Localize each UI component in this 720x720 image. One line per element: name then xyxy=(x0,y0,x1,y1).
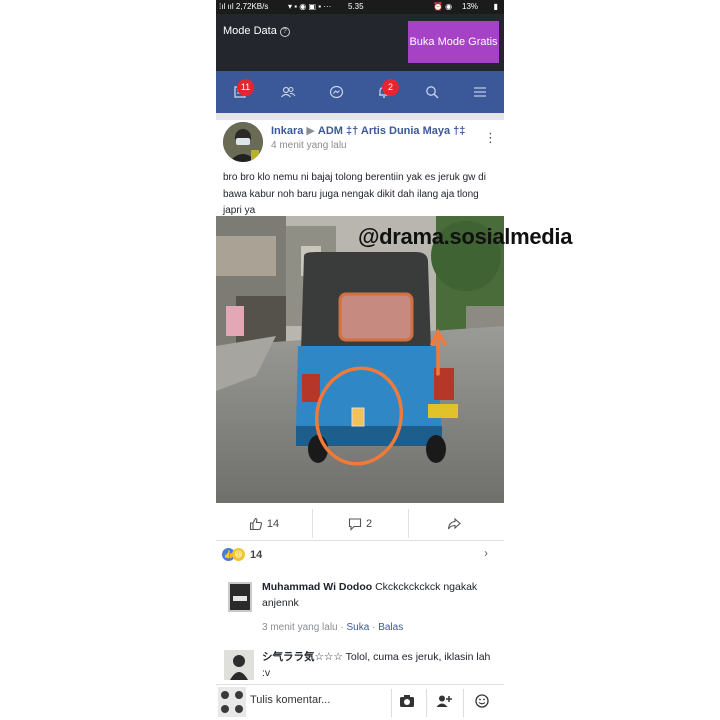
tag-person-icon[interactable] xyxy=(436,694,452,711)
data-mode-label: Mode Data xyxy=(223,25,277,37)
feed-separator xyxy=(216,113,504,120)
search-icon xyxy=(426,86,439,99)
comment-button[interactable]: 2 xyxy=(312,507,408,540)
hamburger-menu-icon xyxy=(474,87,486,97)
post-timestamp[interactable]: 4 menit yang lalu xyxy=(271,140,347,151)
bajaj-photo-illustration xyxy=(216,216,504,503)
composer-divider xyxy=(426,689,427,717)
avatar-photo xyxy=(223,122,263,162)
post-photo[interactable] xyxy=(216,216,504,503)
status-signal: ⁞ıl ııl 2,72KB/s xyxy=(219,2,269,11)
smiley-glyph xyxy=(475,694,489,708)
camera-icon[interactable] xyxy=(399,694,415,711)
comment-like-link[interactable]: Suka xyxy=(347,622,370,633)
avatar-photo xyxy=(224,650,254,680)
commenter-name[interactable]: シ气ララ気☆☆☆ xyxy=(262,651,343,663)
status-app-icons: ▾ ▪ ◉ ▣ ▪ ··· xyxy=(288,2,332,11)
post-text: bro bro klo nemu ni bajaj tolong berenti… xyxy=(223,172,486,216)
user-avatar xyxy=(218,687,246,717)
status-bar: ⁞ıl ııl 2,72KB/s ▾ ▪ ◉ ▣ ▪ ··· 5.35 ⏰ ◉ … xyxy=(216,0,504,14)
status-time: 5.35 xyxy=(348,2,364,11)
reactions-summary[interactable]: 👍 😆 14 xyxy=(222,548,262,561)
messenger-icon xyxy=(329,85,343,98)
haha-reaction-icon: 😆 xyxy=(232,548,245,561)
share-button[interactable] xyxy=(408,507,504,540)
phone-screen: ⁞ıl ııl 2,72KB/s ▾ ▪ ◉ ▣ ▪ ··· 5.35 ⏰ ◉ … xyxy=(216,0,504,720)
author-avatar[interactable] xyxy=(223,122,263,162)
chevron-right-icon[interactable]: › xyxy=(484,546,488,560)
camera-glyph xyxy=(400,695,414,707)
comment-2: シ气ララ気☆☆☆ Tolol, cuma es jeruk, iklasin l… xyxy=(262,650,498,681)
status-battery-text: 13% xyxy=(462,2,479,11)
group-name[interactable]: ADM ‡† Artis Dunia Maya †‡ xyxy=(318,125,466,137)
nav-search[interactable] xyxy=(408,71,456,113)
battery-icon: ▮ xyxy=(493,2,498,11)
data-mode-banner: Mode Data? Buka Mode Gratis xyxy=(216,14,504,71)
commenter-avatar[interactable] xyxy=(228,582,252,612)
nav-friends[interactable] xyxy=(264,71,312,113)
friends-icon xyxy=(281,86,296,98)
comment-1: Muhammad Wi Dodoo Ckckckckckck ngakak an… xyxy=(262,580,498,611)
commenter-avatar[interactable] xyxy=(224,650,254,680)
like-count: 14 xyxy=(266,517,280,530)
comment-icon xyxy=(348,517,361,531)
comment-input[interactable]: Tulis komentar... xyxy=(250,694,330,706)
thumbs-up-icon xyxy=(249,517,262,530)
data-mode-title: Mode Data? xyxy=(223,25,290,37)
photo-watermark: @drama.sosialmedia xyxy=(358,224,573,249)
feed-badge: 11 xyxy=(237,79,254,96)
nav-menu[interactable] xyxy=(456,71,504,113)
post-author-line: Inkara ▶ ADM ‡† Artis Dunia Maya †‡ xyxy=(271,124,465,137)
add-person-glyph xyxy=(436,695,452,707)
post-options-icon[interactable]: ⋮ xyxy=(484,130,497,146)
commenter-name[interactable]: Muhammad Wi Dodoo xyxy=(262,581,372,593)
free-mode-button[interactable]: Buka Mode Gratis xyxy=(408,21,499,63)
composer-divider xyxy=(391,689,392,717)
like-button[interactable]: 14 xyxy=(216,507,312,540)
author-name[interactable]: Inkara xyxy=(271,125,303,137)
post-actions: 14 2 xyxy=(216,507,504,541)
notifications-badge: 2 xyxy=(382,79,399,96)
top-nav: 11 2 xyxy=(216,71,504,113)
nav-messenger[interactable] xyxy=(312,71,360,113)
arrow-right-icon: ▶ xyxy=(306,125,315,137)
comment-count: 2 xyxy=(365,517,373,530)
reactions-count: 14 xyxy=(250,548,263,561)
help-icon[interactable]: ? xyxy=(279,27,290,37)
status-alarm-icons: ⏰ ◉ xyxy=(433,2,453,11)
comment-meta: 3 menit yang lalu · Suka · Balas xyxy=(262,622,404,633)
share-icon xyxy=(447,517,461,529)
comment-composer: Tulis komentar... xyxy=(216,684,504,720)
avatar-photo xyxy=(228,582,252,612)
comment-reply-link[interactable]: Balas xyxy=(378,622,403,633)
emoji-icon[interactable] xyxy=(475,694,489,711)
composer-divider xyxy=(463,689,464,717)
comment-time: 3 menit yang lalu xyxy=(262,622,338,633)
